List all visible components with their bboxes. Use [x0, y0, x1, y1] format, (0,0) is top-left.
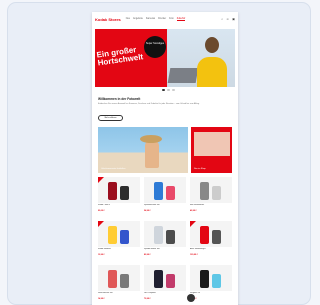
product-name: Ringlicht 10"	[190, 292, 201, 294]
intro-text: Entdecken Sie unsere Auswahl an Kameras,…	[98, 103, 200, 105]
mobile-screenshot: Kodak Stores Neu Angebote Kameras Drucke…	[92, 12, 238, 305]
product-tile[interactable]: Sprudel Maker Set 89,99 €	[144, 221, 186, 256]
product-image	[144, 221, 186, 247]
nav-item[interactable]: Kameras	[146, 18, 155, 20]
product-tile[interactable]: Retro Becher Set 14,99 €	[98, 265, 140, 300]
carousel-dots[interactable]	[162, 89, 175, 91]
sale-badge	[98, 177, 104, 183]
nav-item[interactable]: Angebote	[133, 18, 143, 20]
hat-image	[140, 135, 162, 143]
product-image	[190, 177, 232, 203]
product-image	[190, 265, 232, 291]
carousel-dot[interactable]	[162, 89, 165, 91]
promo-image	[194, 132, 230, 156]
user-icon[interactable]: ☺	[226, 17, 229, 21]
sale-badge	[190, 221, 196, 227]
product-tile[interactable]: Ringlicht 10" 29,99 €	[190, 265, 232, 300]
product-tile[interactable]: Akku Staubsauger 129,99 €	[190, 221, 232, 256]
product-tile[interactable]: Sprühflaschen Set 24,99 €	[144, 177, 186, 212]
intro-title: Willkommen in der Fotowelt	[98, 97, 141, 101]
intro-button[interactable]: Mehr erfahren	[98, 115, 123, 121]
product-name: Sprühflaschen Set	[144, 204, 160, 206]
nav-item[interactable]: Drucker	[158, 18, 166, 20]
product-name: Retro Becher Set	[98, 292, 113, 294]
hero-headline: Ein großer Hortschwelt	[96, 45, 144, 68]
product-tile[interactable]: LED Projektor 79,99 €	[144, 265, 186, 300]
product-image	[144, 265, 186, 291]
banner-caption: Neu im Shop	[194, 168, 206, 170]
carousel-dot[interactable]	[167, 89, 170, 91]
product-name: Mini Fotodrucker	[190, 204, 205, 206]
chat-button[interactable]	[187, 294, 195, 302]
promo-banner-beach[interactable]: Urlaubsmomente festhalten	[98, 127, 188, 173]
nav-item-active[interactable]: Zubehör	[176, 18, 186, 21]
product-image	[98, 177, 140, 203]
product-name: Kodak - Mini 3	[98, 204, 111, 206]
hero-banner[interactable]: Ein großer Hortschwelt Super Sonstiges	[95, 29, 235, 87]
top-nav: Kodak Stores Neu Angebote Kameras Drucke…	[92, 12, 238, 26]
product-name: Sprudel Maker Set	[144, 248, 160, 250]
laptop-image	[167, 68, 199, 83]
person-image	[197, 57, 227, 87]
search-icon[interactable]: ⌕	[221, 17, 223, 21]
hero-badge: Super Sonstiges	[144, 36, 166, 58]
product-price: 24,99 €	[144, 210, 151, 212]
product-price: 89,99 €	[144, 254, 151, 256]
carousel-dot[interactable]	[172, 89, 175, 91]
woman-image	[145, 140, 159, 168]
product-image	[98, 221, 140, 247]
banner-caption: Urlaubsmomente festhalten	[101, 168, 126, 170]
person-head	[205, 37, 219, 53]
sale-badge	[98, 221, 104, 227]
product-name: LED Projektor	[144, 292, 156, 294]
product-price: 29,99 €	[190, 298, 232, 300]
product-image	[144, 177, 186, 203]
product-price: 49,99 €	[190, 210, 197, 212]
nav-item[interactable]: Neu	[126, 18, 130, 20]
nav-item[interactable]: Foto	[169, 18, 174, 20]
product-price: 99,00 €	[98, 210, 105, 212]
product-image	[190, 221, 232, 247]
cart-icon[interactable]: ▣	[232, 17, 235, 21]
product-price: 14,99 €	[98, 298, 105, 300]
product-tile[interactable]: Kodak Fotobox 19,99 €	[98, 221, 140, 256]
product-tile[interactable]: Mini Fotodrucker 49,99 €	[190, 177, 232, 212]
product-price: 129,99 €	[190, 254, 198, 256]
product-price: 79,99 €	[144, 298, 151, 300]
promo-banner-red[interactable]: Neu im Shop	[191, 127, 232, 173]
product-price: 19,99 €	[98, 254, 105, 256]
product-image	[98, 265, 140, 291]
store-logo[interactable]: Kodak Stores	[95, 17, 121, 22]
product-name: Kodak Fotobox	[98, 248, 111, 250]
product-name: Akku Staubsauger	[190, 248, 206, 250]
product-tile[interactable]: Kodak - Mini 3 99,00 €	[98, 177, 140, 212]
